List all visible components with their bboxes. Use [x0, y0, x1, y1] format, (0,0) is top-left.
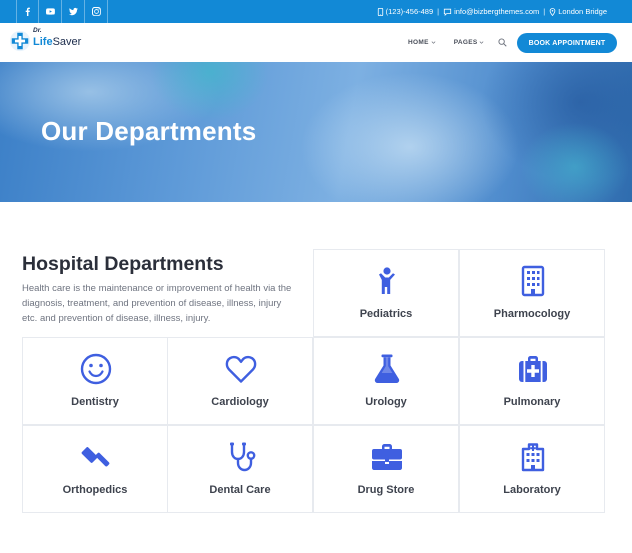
- social-links: [16, 0, 108, 23]
- smile-icon: [80, 353, 112, 385]
- stethoscope-icon: [230, 442, 256, 472]
- department-card-laboratory[interactable]: Laboratory: [459, 425, 605, 513]
- section-title: Hospital Departments: [22, 253, 224, 275]
- building-icon: [521, 265, 545, 297]
- nav-label: HOME: [408, 39, 429, 46]
- medical-cross-logo-icon: [9, 30, 31, 52]
- map-pin-icon: [549, 7, 556, 16]
- department-label: Urology: [365, 396, 407, 408]
- briefcase-icon: [372, 444, 402, 470]
- child-icon: [379, 267, 395, 294]
- department-card-drug-store[interactable]: Drug Store: [313, 425, 459, 513]
- youtube-link[interactable]: [39, 0, 62, 23]
- separator: |: [437, 7, 440, 16]
- department-card-urology[interactable]: Urology: [313, 337, 459, 425]
- department-card-pulmonary[interactable]: Pulmonary: [459, 337, 605, 425]
- nav-item-home[interactable]: HOME: [408, 39, 436, 46]
- phone-icon: [377, 7, 383, 16]
- instagram-icon: [91, 7, 101, 16]
- hospital-icon: [521, 443, 545, 472]
- department-label: Laboratory: [503, 484, 561, 496]
- gavel-icon: [81, 447, 110, 467]
- twitter-link[interactable]: [62, 0, 85, 23]
- site-header: Dr. LifeSaver HOME PAGES BOOK APPOINTMEN…: [0, 23, 632, 62]
- facebook-icon: [25, 7, 30, 16]
- department-card-orthopedics[interactable]: Orthopedics: [22, 425, 168, 513]
- top-bar: (123)-456-489 | info@bizbergthemes.com |…: [0, 0, 632, 23]
- department-label: Pediatrics: [359, 308, 413, 320]
- main-nav: HOME PAGES: [408, 23, 502, 62]
- department-label: Dental Care: [209, 484, 271, 496]
- department-label: Cardiology: [211, 396, 269, 408]
- department-card-pediatrics[interactable]: Pediatrics: [313, 249, 459, 337]
- facebook-link[interactable]: [16, 0, 39, 23]
- department-label: Dentistry: [71, 396, 119, 408]
- logo[interactable]: Dr. LifeSaver: [9, 27, 82, 52]
- book-appointment-button[interactable]: BOOK APPOINTMENT: [517, 33, 617, 53]
- email-address: info@bizbergthemes.com: [454, 7, 540, 16]
- logo-text: Dr. LifeSaver: [33, 27, 82, 50]
- phone-info[interactable]: (123)-456-489: [377, 7, 434, 16]
- location-info[interactable]: London Bridge: [549, 7, 607, 16]
- section-description: Health care is the maintenance or improv…: [22, 283, 292, 324]
- twitter-icon: [68, 7, 78, 16]
- separator: |: [543, 7, 546, 16]
- department-label: Drug Store: [357, 484, 415, 496]
- logo-name: LifeSaver: [33, 36, 82, 48]
- hero-background-image: [520, 122, 630, 202]
- search-icon[interactable]: [498, 38, 507, 47]
- chevron-down-icon: [480, 41, 484, 44]
- medkit-icon: [519, 356, 547, 382]
- department-label: Pulmonary: [503, 396, 561, 408]
- page-title: Our Departments: [41, 116, 257, 146]
- youtube-icon: [45, 8, 55, 15]
- nav-label: PAGES: [453, 39, 478, 46]
- page-hero: Our Departments: [0, 62, 632, 202]
- department-card-dental-care[interactable]: Dental Care: [167, 425, 313, 513]
- email-info[interactable]: info@bizbergthemes.com: [443, 7, 539, 16]
- nav-item-pages[interactable]: PAGES: [454, 39, 485, 46]
- instagram-link[interactable]: [85, 0, 108, 23]
- chevron-down-icon: [431, 41, 436, 44]
- department-card-pharmocology[interactable]: Pharmocology: [459, 249, 605, 337]
- location-text: London Bridge: [558, 7, 607, 16]
- department-card-cardiology[interactable]: Cardiology: [167, 337, 313, 425]
- phone-number: (123)-456-489: [385, 7, 434, 16]
- department-label: Pharmocology: [493, 308, 571, 320]
- department-card-dentistry[interactable]: Dentistry: [22, 337, 168, 425]
- chat-icon: [443, 8, 452, 16]
- flask-icon: [374, 354, 400, 383]
- contact-info: (123)-456-489 | info@bizbergthemes.com |…: [377, 0, 607, 23]
- logo-prefix: Dr.: [33, 27, 42, 34]
- department-label: Orthopedics: [62, 484, 128, 496]
- heart-icon: [225, 355, 257, 383]
